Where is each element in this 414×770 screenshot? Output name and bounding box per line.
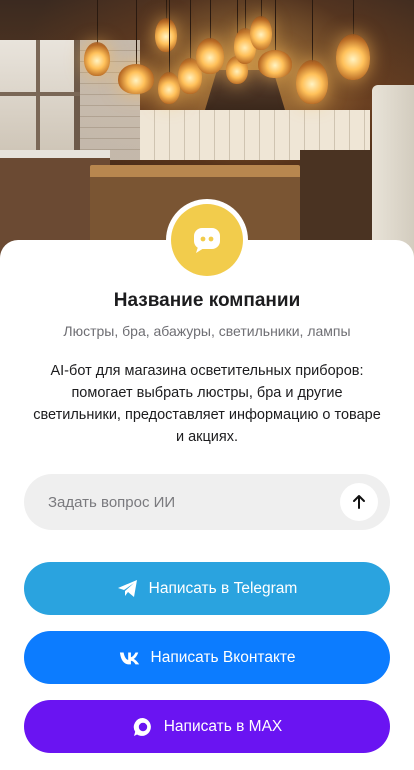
ask-ai-input[interactable] — [24, 474, 340, 530]
kitchen-window — [0, 40, 80, 150]
pendant-lamp — [336, 0, 370, 90]
pendant-lamp — [158, 0, 180, 110]
avatar — [166, 199, 248, 281]
company-name: Название компании — [113, 290, 301, 311]
company-description: AI-бот для магазина осветительных прибор… — [33, 363, 381, 445]
arrow-up-icon — [353, 495, 365, 509]
vk-icon — [119, 647, 141, 669]
pendant-lamp — [196, 0, 224, 80]
max-button[interactable]: Написать в MAX — [24, 700, 390, 753]
telegram-button-label: Написать в Telegram — [148, 579, 298, 597]
telegram-button[interactable]: Написать в Telegram — [24, 562, 390, 615]
chat-bubble-icon — [194, 228, 220, 253]
pendant-lamp — [118, 0, 154, 110]
company-tagline: Люстры, бра, абажуры, светильники, лампы — [63, 323, 351, 339]
ask-ai-bar — [24, 474, 390, 530]
max-icon — [132, 716, 154, 738]
vk-button-label: Написать Вконтакте — [150, 648, 296, 666]
pendant-lamp — [258, 0, 292, 90]
pendant-lamp — [296, 0, 328, 110]
vk-button[interactable]: Написать Вконтакте — [24, 631, 390, 684]
max-button-label: Написать в MAX — [163, 717, 283, 735]
pendant-lamp — [84, 0, 110, 80]
avatar-badge — [171, 204, 243, 276]
send-button[interactable] — [340, 483, 378, 521]
refrigerator — [372, 85, 414, 260]
telegram-icon — [117, 578, 139, 600]
